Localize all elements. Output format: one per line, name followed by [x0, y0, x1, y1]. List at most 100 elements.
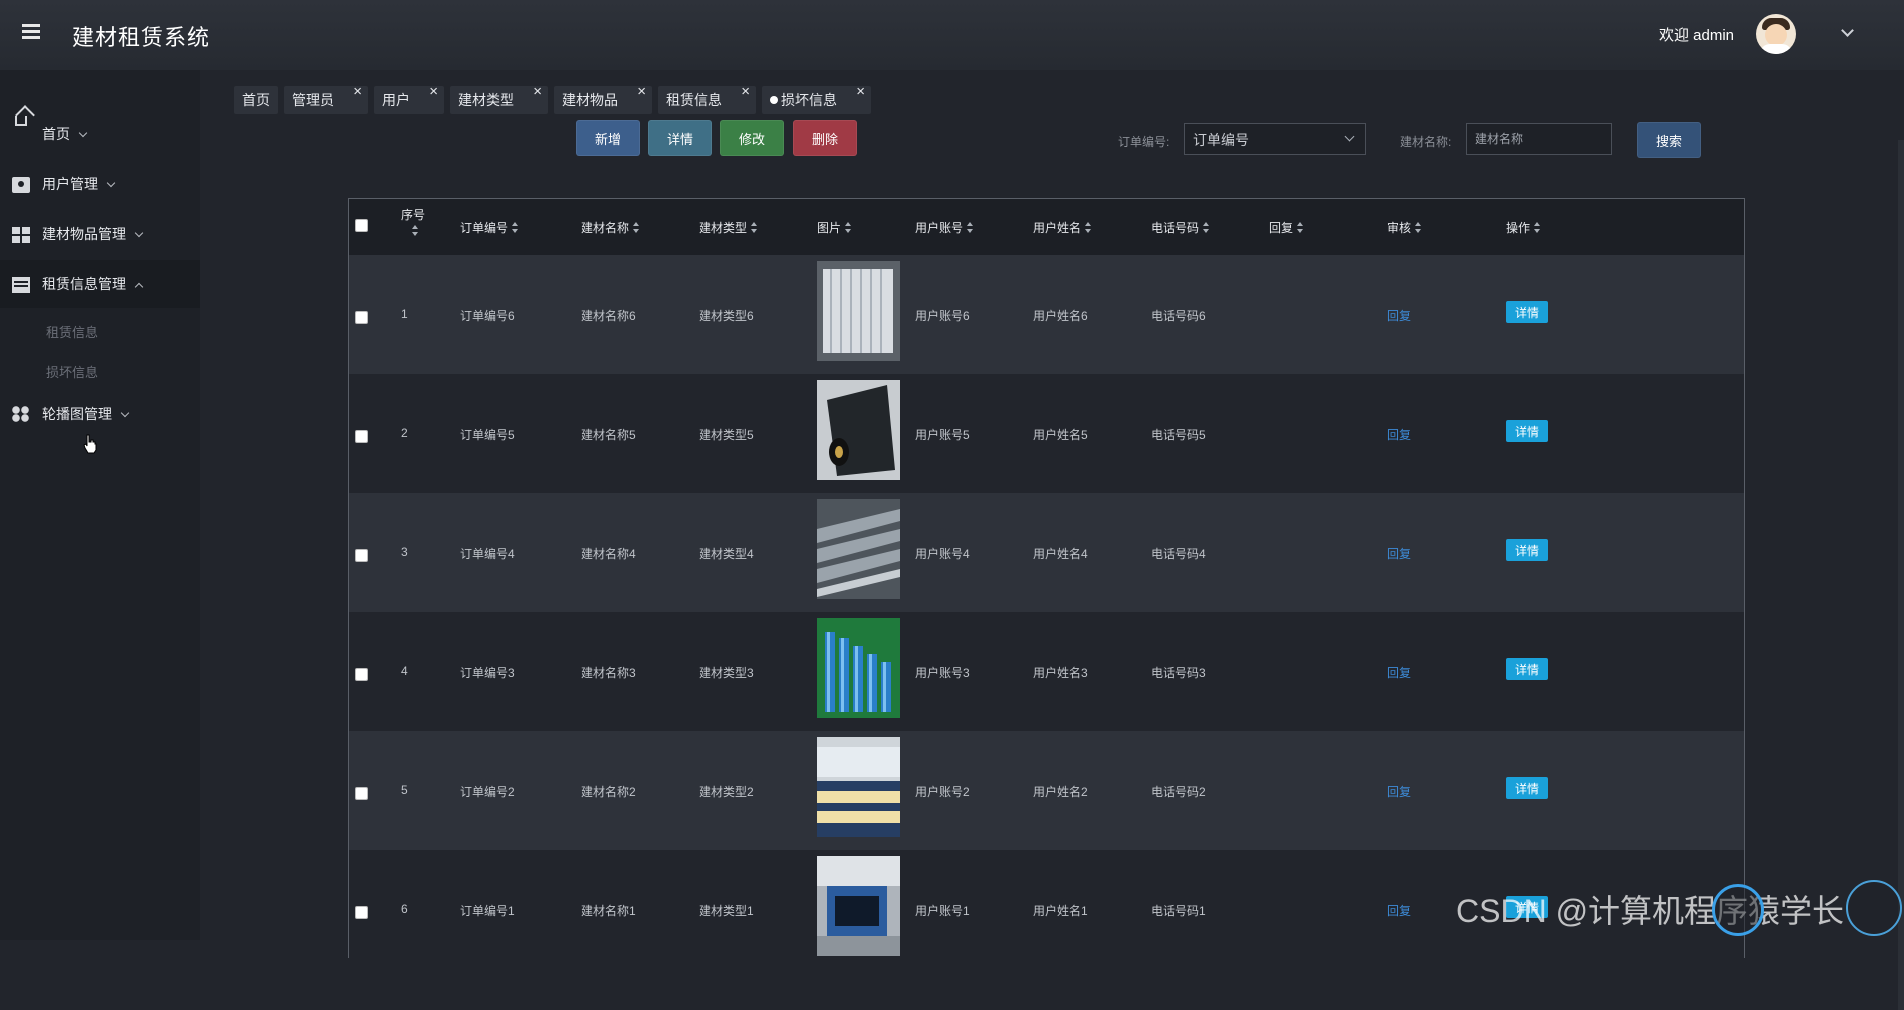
- close-icon[interactable]: ×: [533, 83, 542, 100]
- sidebar-item-user-management[interactable]: 用户管理: [0, 160, 200, 208]
- tab-label: 用户: [382, 92, 410, 108]
- tab-user[interactable]: 用户 ×: [374, 83, 444, 114]
- header-type[interactable]: 建材类型: [699, 219, 758, 236]
- list-icon: [12, 277, 30, 293]
- row-detail-button[interactable]: 详情: [1506, 658, 1548, 680]
- chevron-down-icon: [78, 128, 88, 138]
- reply-link[interactable]: 回复: [1387, 545, 1411, 562]
- row-detail-button[interactable]: 详情: [1506, 777, 1548, 799]
- table-row[interactable]: 5 订单编号2 建材名称2 建材类型2 用户账号2 用户姓名2 电话号码2 回复 详情: [349, 731, 1744, 850]
- reply-link[interactable]: 回复: [1387, 783, 1411, 800]
- reply-link[interactable]: 回复: [1387, 307, 1411, 324]
- material-image[interactable]: [817, 856, 900, 956]
- chevron-down-icon[interactable]: [1841, 24, 1854, 37]
- close-icon[interactable]: ×: [856, 83, 865, 100]
- sort-icon: [512, 221, 519, 234]
- sidebar-item-rental-management[interactable]: 租赁信息管理: [0, 260, 200, 308]
- tab-home[interactable]: 首页: [234, 86, 278, 114]
- close-icon[interactable]: ×: [741, 83, 750, 100]
- avatar[interactable]: [1756, 14, 1796, 54]
- dots-icon: [12, 406, 30, 422]
- sort-icon: [967, 221, 974, 234]
- sidebar-item-home[interactable]: 首页: [0, 110, 200, 158]
- header-audit[interactable]: 审核: [1387, 219, 1422, 236]
- header-account[interactable]: 用户账号: [915, 219, 974, 236]
- reply-link[interactable]: 回复: [1387, 664, 1411, 681]
- order-select[interactable]: 订单编号: [1184, 123, 1366, 155]
- id-card-icon: [12, 177, 30, 193]
- chevron-down-icon: [106, 178, 116, 188]
- row-checkbox[interactable]: [355, 549, 368, 562]
- close-icon[interactable]: ×: [637, 83, 646, 100]
- tab-material-type[interactable]: 建材类型 ×: [450, 83, 548, 114]
- sidebar-item-label: 轮播图管理: [42, 406, 112, 422]
- cell-account: 用户账号1: [915, 904, 970, 918]
- scrollbar[interactable]: [1898, 140, 1904, 1010]
- cell-name: 建材名称6: [581, 309, 636, 323]
- header-index[interactable]: 序号: [401, 207, 425, 239]
- data-table: 序号 订单编号 建材名称 建材类型 图片 用户账号 用户姓名 电话号码 回复 审…: [348, 198, 1745, 958]
- search-button[interactable]: 搜索: [1637, 122, 1701, 158]
- edit-button[interactable]: 修改: [720, 120, 784, 156]
- header-order[interactable]: 订单编号: [460, 219, 519, 236]
- sidebar: 首页 用户管理 建材物品管理 租赁信息管理 租赁信息 损坏信息 轮播图管理: [0, 70, 200, 940]
- tab-rental-info[interactable]: 租赁信息 ×: [658, 83, 756, 114]
- sidebar-item-carousel-management[interactable]: 轮播图管理: [0, 390, 200, 438]
- row-checkbox[interactable]: [355, 906, 368, 919]
- sort-icon: [1085, 221, 1092, 234]
- tab-admin[interactable]: 管理员 ×: [284, 83, 368, 114]
- material-image[interactable]: [817, 737, 900, 837]
- table-row[interactable]: 3 订单编号4 建材名称4 建材类型4 用户账号4 用户姓名4 电话号码4 回复 详情: [349, 493, 1744, 612]
- material-image[interactable]: [817, 380, 900, 480]
- floating-widget-icon[interactable]: [1846, 880, 1902, 936]
- header-reply[interactable]: 回复: [1269, 219, 1304, 236]
- tab-material-item[interactable]: 建材物品 ×: [554, 83, 652, 114]
- header-phone[interactable]: 电话号码: [1151, 219, 1210, 236]
- menu-toggle-icon[interactable]: [22, 24, 40, 40]
- table-row[interactable]: 1 订单编号6 建材名称6 建材类型6 用户账号6 用户姓名6 电话号码6 回复 详情: [349, 255, 1744, 374]
- chevron-down-icon: [120, 408, 130, 418]
- row-checkbox[interactable]: [355, 430, 368, 443]
- floating-widget-icon[interactable]: [1712, 884, 1764, 936]
- sidebar-subitem-rental-info[interactable]: 租赁信息: [46, 322, 98, 341]
- reply-link[interactable]: 回复: [1387, 902, 1411, 919]
- welcome-text: 欢迎 admin: [1658, 27, 1734, 44]
- row-checkbox[interactable]: [355, 787, 368, 800]
- name-search-input[interactable]: [1466, 123, 1612, 155]
- chevron-up-icon: [134, 282, 144, 292]
- row-checkbox[interactable]: [355, 311, 368, 324]
- material-image[interactable]: [817, 499, 900, 599]
- row-detail-button[interactable]: 详情: [1506, 539, 1548, 561]
- header-image[interactable]: 图片: [817, 219, 852, 236]
- detail-button[interactable]: 详情: [648, 120, 712, 156]
- row-detail-button[interactable]: 详情: [1506, 420, 1548, 442]
- cell-type: 建材类型1: [699, 904, 754, 918]
- new-button[interactable]: 新增: [576, 120, 640, 156]
- table-row[interactable]: 4 订单编号3 建材名称3 建材类型3 用户账号3 用户姓名3 电话号码3 回复 详情: [349, 612, 1744, 731]
- header-name[interactable]: 建材名称: [581, 219, 640, 236]
- cell-account: 用户账号5: [915, 428, 970, 442]
- chevron-down-icon: [1344, 131, 1355, 142]
- tab-damage-info[interactable]: 损坏信息 ×: [762, 83, 871, 114]
- row-detail-button[interactable]: 详情: [1506, 301, 1548, 323]
- close-icon[interactable]: ×: [353, 83, 362, 100]
- select-all-checkbox[interactable]: [355, 219, 368, 232]
- table-row[interactable]: 2 订单编号5 建材名称5 建材类型5 用户账号5 用户姓名5 电话号码5 回复 详情: [349, 374, 1744, 493]
- tab-label: 建材类型: [458, 92, 514, 108]
- cell-username: 用户姓名3: [1033, 666, 1088, 680]
- tab-label: 损坏信息: [781, 92, 837, 108]
- hand-cursor-icon: [83, 434, 97, 454]
- sidebar-subitem-damage-info[interactable]: 损坏信息: [46, 362, 98, 381]
- header-username[interactable]: 用户姓名: [1033, 219, 1092, 236]
- cell-username: 用户姓名4: [1033, 547, 1088, 561]
- material-image[interactable]: [817, 618, 900, 718]
- header-action[interactable]: 操作: [1506, 219, 1541, 236]
- reply-link[interactable]: 回复: [1387, 426, 1411, 443]
- row-checkbox[interactable]: [355, 668, 368, 681]
- sort-icon: [751, 221, 758, 234]
- delete-button[interactable]: 删除: [793, 120, 857, 156]
- cell-type: 建材类型4: [699, 547, 754, 561]
- sidebar-item-material-management[interactable]: 建材物品管理: [0, 210, 200, 258]
- material-image[interactable]: [817, 261, 900, 361]
- close-icon[interactable]: ×: [429, 83, 438, 100]
